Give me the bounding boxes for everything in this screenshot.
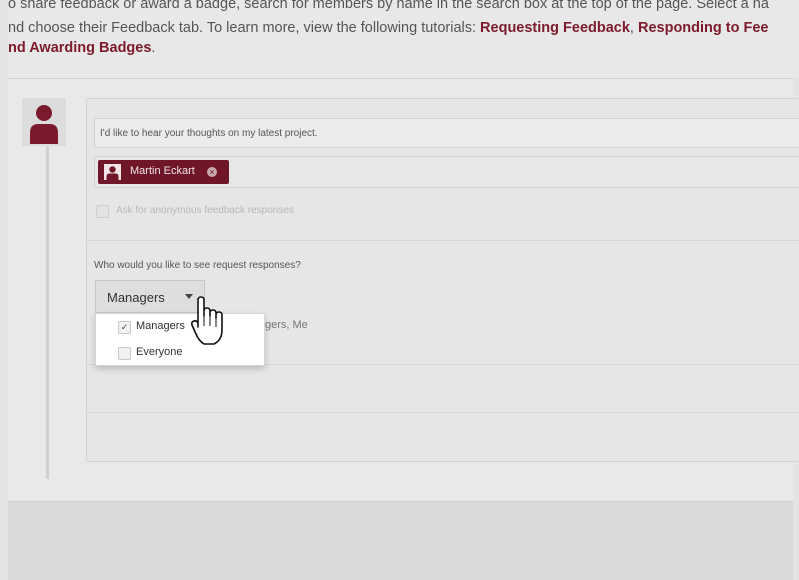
dropdown-option-everyone[interactable]: Everyone — [96, 341, 264, 365]
recipient-chip: Martin Eckart × — [98, 160, 229, 184]
user-avatar-icon — [30, 105, 58, 144]
intro-line-2: nd choose their Feedback tab. To learn m… — [8, 18, 768, 39]
awarding-badges-link[interactable]: nd Awarding Badges — [8, 40, 151, 56]
visibility-select[interactable]: Managers — [95, 280, 205, 313]
responding-feedback-link[interactable]: Responding to Fee — [638, 20, 769, 36]
checkbox-icon[interactable]: ✓ — [118, 321, 131, 334]
intro-line-2-text: nd choose their Feedback tab. To learn m… — [8, 20, 481, 36]
intro-line-1: o share feedback or award a badge, searc… — [8, 0, 769, 12]
hand-pointer-cursor-icon — [190, 296, 223, 345]
requesting-feedback-link[interactable]: Requesting Feedback — [480, 20, 630, 36]
dropdown-option-managers[interactable]: ✓ Managers — [96, 315, 264, 339]
chip-avatar-icon — [104, 164, 121, 180]
visibility-question: Who would you like to see request respon… — [94, 260, 301, 271]
intro-period: . — [151, 40, 156, 56]
dropdown-option-label: Managers — [136, 320, 185, 332]
divider — [87, 240, 799, 241]
recipient-name: Martin Eckart — [130, 165, 195, 177]
visibility-summary: gers, Me — [265, 319, 308, 331]
user-avatar — [22, 98, 66, 146]
intro-comma: , — [629, 20, 638, 36]
anonymous-label: Ask for anonymous feedback responses — [116, 205, 294, 216]
timeline-line — [46, 146, 49, 479]
footer-band — [8, 501, 793, 580]
intro-line-3: nd Awarding Badges. — [8, 38, 155, 59]
anonymous-checkbox[interactable] — [96, 205, 109, 218]
dropdown-option-label: Everyone — [136, 346, 183, 358]
intro-text: o share feedback or award a badge, searc… — [8, 0, 799, 78]
visibility-dropdown-menu: ✓ Managers Everyone — [95, 313, 265, 366]
request-message-input[interactable]: I'd like to hear your thoughts on my lat… — [94, 118, 799, 148]
divider — [87, 412, 799, 413]
visibility-select-value: Managers — [107, 290, 165, 305]
remove-chip-icon[interactable]: × — [207, 167, 217, 177]
checkbox-icon[interactable] — [118, 347, 131, 360]
